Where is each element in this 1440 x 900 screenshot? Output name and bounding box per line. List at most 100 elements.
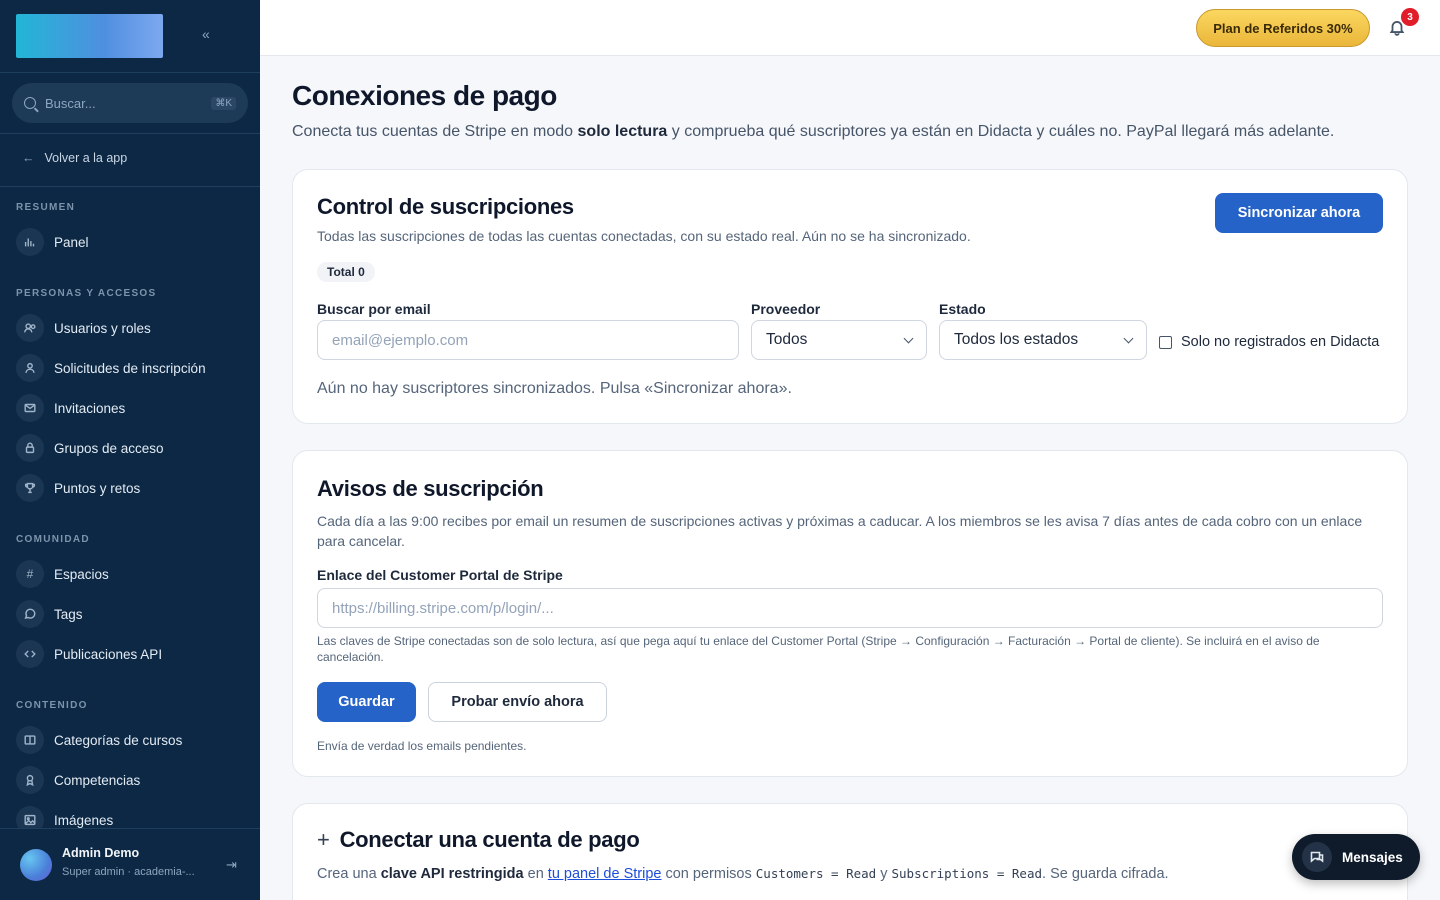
sidebar-search[interactable]: Buscar... ⌘K xyxy=(12,83,248,123)
sidebar-item-label: Panel xyxy=(54,234,89,250)
sidebar-item-label: Categorías de cursos xyxy=(54,732,183,748)
section-comunidad: COMUNIDAD xyxy=(16,534,90,545)
chat-icon xyxy=(1302,842,1332,872)
status-label: Estado xyxy=(939,301,986,317)
messages-button[interactable]: Mensajes xyxy=(1292,834,1420,880)
sidebar-item-solicitudes[interactable]: Solicitudes de inscripción xyxy=(16,353,206,383)
provider-select[interactable]: Todos xyxy=(751,320,927,360)
desc-text: y xyxy=(876,866,892,882)
badge-icon xyxy=(16,766,44,794)
page-title: Conexiones de pago xyxy=(292,80,557,111)
users-icon xyxy=(16,314,44,342)
subtitle-bold: solo lectura xyxy=(577,123,668,140)
sidebar-item-label: Imágenes xyxy=(54,812,114,828)
topbar: Plan de Referidos 30% 3 xyxy=(260,0,1440,56)
sidebar-item-categorias[interactable]: Categorías de cursos xyxy=(16,725,182,755)
sidebar-item-invitaciones[interactable]: Invitaciones xyxy=(16,393,125,423)
email-search-input[interactable]: email@ejemplo.com xyxy=(317,320,739,360)
checkbox-label: Solo no registrados en Didacta xyxy=(1181,334,1380,350)
sidebar-item-label: Grupos de acceso xyxy=(54,440,164,456)
messages-label: Mensajes xyxy=(1342,849,1403,865)
card-title: Avisos de suscripción xyxy=(317,476,544,501)
bar-chart-icon xyxy=(16,228,44,256)
back-to-app-link[interactable]: ← Volver a la app xyxy=(22,151,127,165)
hash-icon: # xyxy=(16,560,44,588)
sidebar-item-tags[interactable]: Tags xyxy=(16,599,83,629)
portal-help-text: Las claves de Stripe conectadas son de s… xyxy=(317,634,1320,664)
mail-icon xyxy=(16,394,44,422)
permission-code: Customers = Read xyxy=(755,866,877,881)
lock-icon xyxy=(16,434,44,462)
card-description: Crea una clave API restringida en tu pan… xyxy=(317,864,1169,884)
subscriptions-control-card: Control de suscripciones Todas las suscr… xyxy=(292,169,1408,424)
portal-link-label: Enlace del Customer Portal de Stripe xyxy=(317,567,563,583)
desc-text: Crea una xyxy=(317,866,381,882)
checkbox-box[interactable] xyxy=(1159,335,1172,349)
stripe-dashboard-link[interactable]: tu panel de Stripe xyxy=(548,866,662,882)
collapse-sidebar-icon[interactable]: « xyxy=(202,26,210,42)
referral-plan-button[interactable]: Plan de Referidos 30% xyxy=(1196,9,1370,47)
desc-text: con permisos xyxy=(661,866,756,882)
sidebar-item-grupos[interactable]: Grupos de acceso xyxy=(16,433,164,463)
chevron-down-icon xyxy=(903,333,914,343)
subtitle-text: Conecta tus cuentas de Stripe en modo xyxy=(292,123,578,140)
empty-state-message: Aún no hay suscriptores sincronizados. P… xyxy=(317,380,792,397)
portal-link-input[interactable]: https://billing.stripe.com/p/login/... xyxy=(317,588,1383,628)
sidebar-item-label: Invitaciones xyxy=(54,400,126,416)
sidebar-item-label: Publicaciones API xyxy=(54,646,163,662)
status-selected-value: Todos los estados xyxy=(954,331,1079,348)
user-role: Super admin · academia-... xyxy=(62,866,195,878)
trophy-icon xyxy=(16,474,44,502)
sidebar: « Buscar... ⌘K ← Volver a la app RESUMEN… xyxy=(0,0,260,900)
brand-logo[interactable] xyxy=(16,14,163,58)
chat-bubble-icon xyxy=(16,600,44,628)
page-subtitle: Conecta tus cuentas de Stripe en modo so… xyxy=(292,123,1334,141)
section-contenido: CONTENIDO xyxy=(16,700,88,711)
connect-payment-account-card: + Conectar una cuenta de pago Crea una c… xyxy=(292,803,1408,900)
card-title: + Conectar una cuenta de pago xyxy=(317,827,640,853)
subscription-notices-card: Avisos de suscripción Cada día a las 9:0… xyxy=(292,450,1408,777)
card-title: Control de suscripciones xyxy=(317,194,574,219)
test-help-text: Envía de verdad los emails pendientes. xyxy=(317,739,527,753)
sidebar-item-label: Competencias xyxy=(54,772,141,788)
only-unregistered-checkbox[interactable]: Solo no registrados en Didacta xyxy=(1159,334,1379,350)
desc-bold: clave API restringida xyxy=(380,866,524,882)
section-resumen: RESUMEN xyxy=(16,202,76,213)
sidebar-item-panel[interactable]: Panel xyxy=(16,227,89,257)
sidebar-item-label: Usuarios y roles xyxy=(54,320,151,336)
card-title-text: Conectar una cuenta de pago xyxy=(339,827,640,852)
sidebar-item-puntos[interactable]: Puntos y retos xyxy=(16,473,140,503)
test-send-button[interactable]: Probar envío ahora xyxy=(428,682,607,722)
avatar[interactable] xyxy=(20,849,52,881)
book-icon xyxy=(16,726,44,754)
logout-icon[interactable]: ⇥ xyxy=(226,857,237,873)
search-placeholder: Buscar... xyxy=(45,95,96,111)
divider xyxy=(0,133,260,134)
desc-text: . Se guarda cifrada. xyxy=(1042,866,1169,882)
sync-now-button[interactable]: Sincronizar ahora xyxy=(1215,193,1383,233)
sidebar-item-espacios[interactable]: # Espacios xyxy=(16,559,109,589)
save-button[interactable]: Guardar xyxy=(317,682,416,722)
email-search-label: Buscar por email xyxy=(317,301,431,317)
sidebar-item-competencias[interactable]: Competencias xyxy=(16,765,140,795)
user-icon xyxy=(16,354,44,382)
sidebar-header: « xyxy=(0,0,260,73)
plus-icon: + xyxy=(317,827,330,852)
section-personas: PERSONAS Y ACCESOS xyxy=(16,288,157,299)
sidebar-item-usuarios[interactable]: Usuarios y roles xyxy=(16,313,151,343)
status-select[interactable]: Todos los estados xyxy=(939,320,1147,360)
card-description: Todas las suscripciones de todas las cue… xyxy=(317,228,971,244)
provider-label: Proveedor xyxy=(751,301,821,317)
divider xyxy=(0,186,260,187)
notifications-badge: 3 xyxy=(1401,8,1419,26)
sidebar-user: Admin Demo Super admin · academia-... ⇥ xyxy=(0,828,260,900)
sidebar-item-label: Tags xyxy=(54,606,83,622)
user-name: Admin Demo xyxy=(62,846,140,860)
desc-text: en xyxy=(523,866,548,882)
chevron-down-icon xyxy=(1123,333,1134,343)
total-pill: Total 0 xyxy=(317,262,375,282)
sidebar-item-publicaciones[interactable]: Publicaciones API xyxy=(16,639,162,669)
sidebar-item-label: Espacios xyxy=(54,566,109,582)
provider-selected-value: Todos xyxy=(766,331,808,348)
search-icon xyxy=(24,97,36,109)
